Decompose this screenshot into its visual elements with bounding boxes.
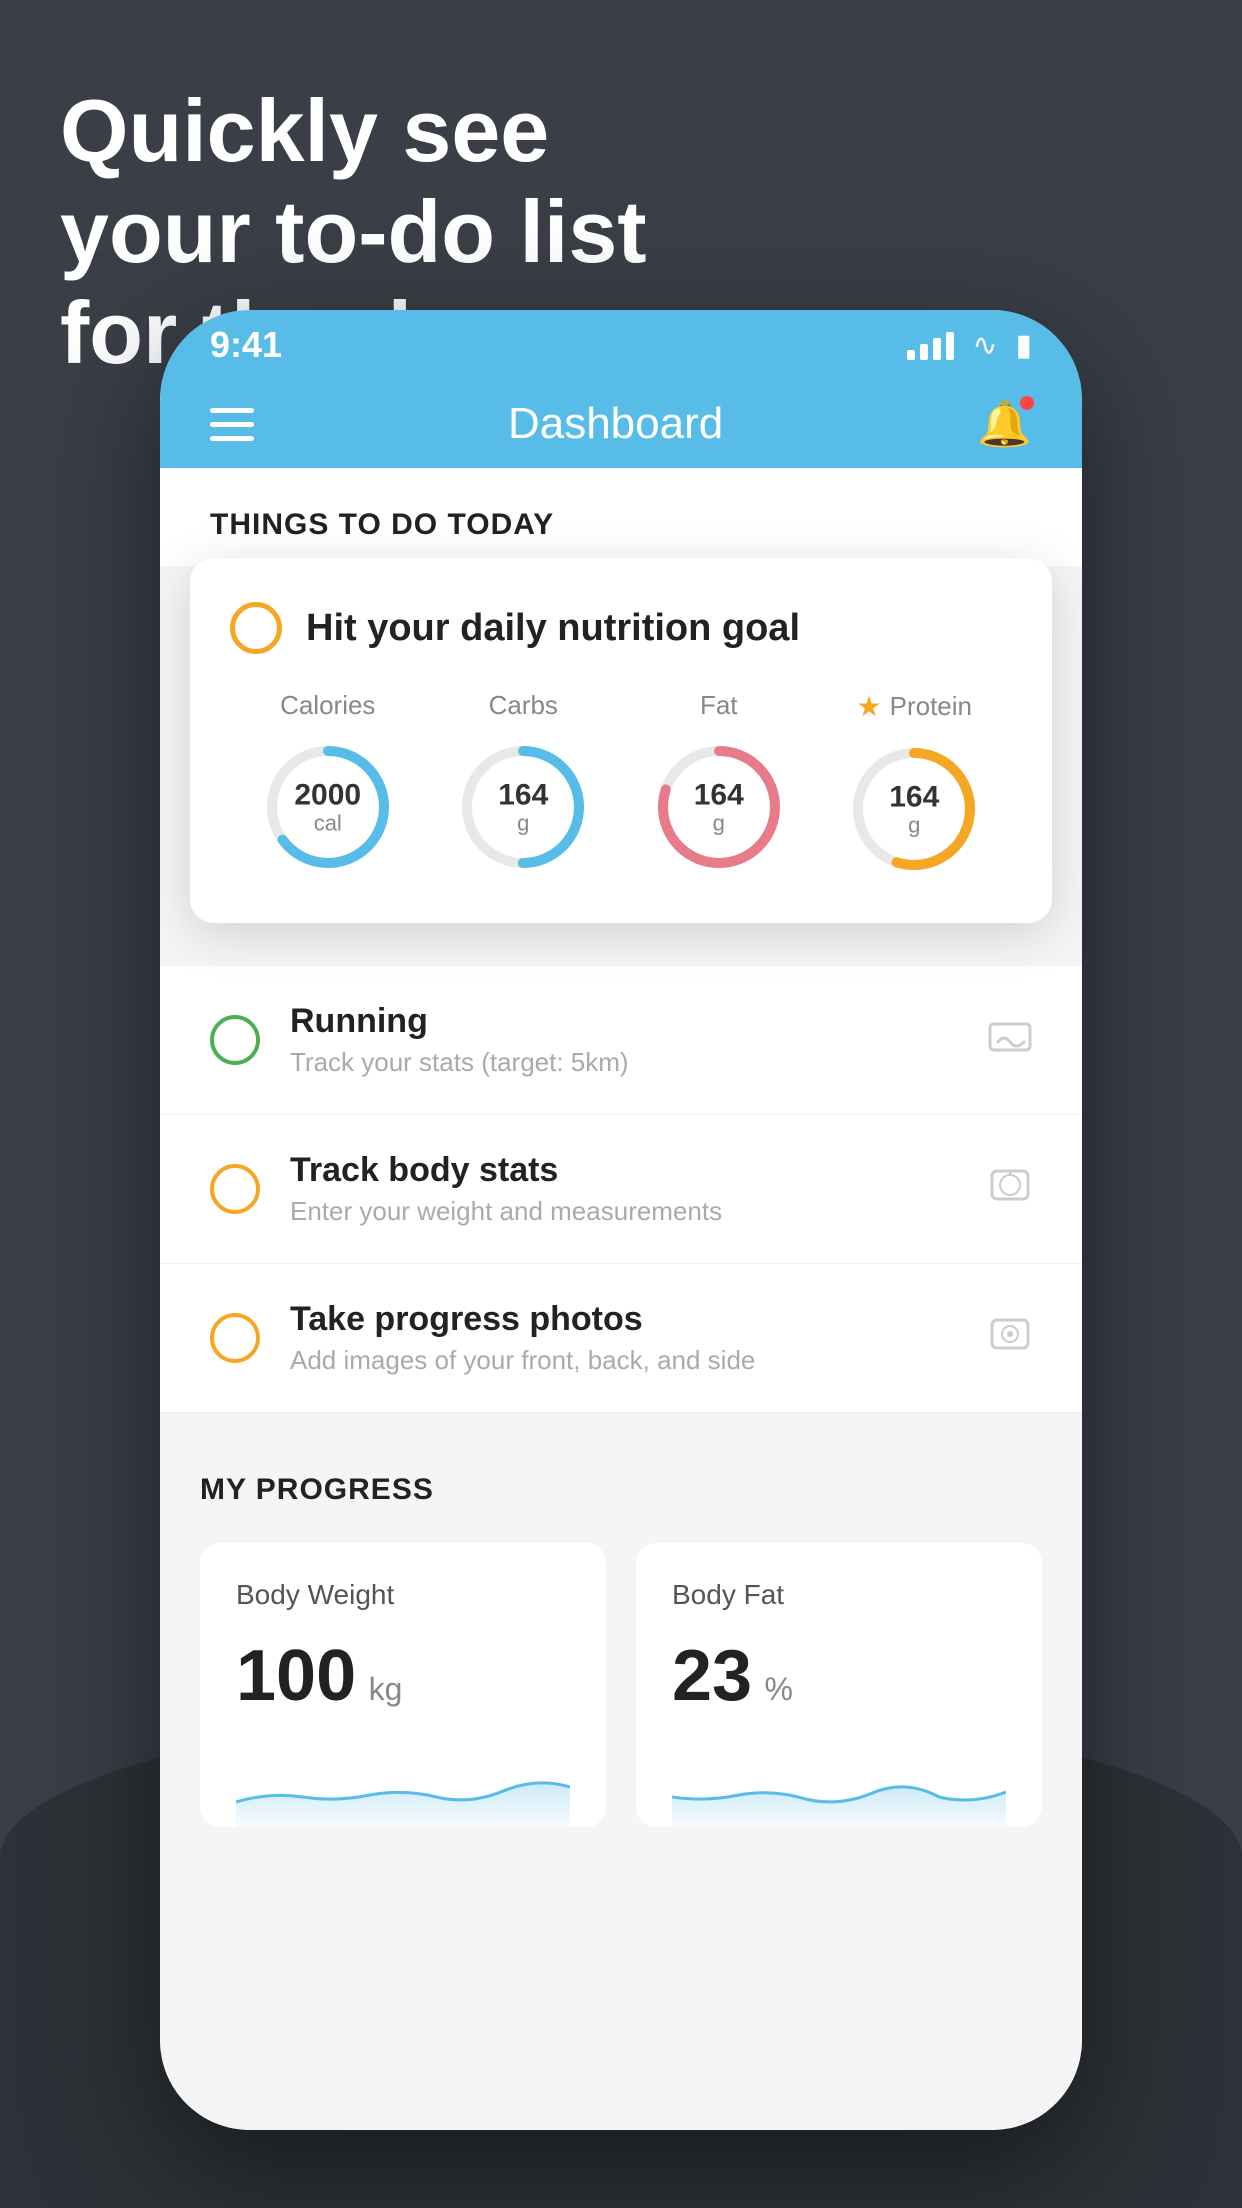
- todo-check-body-stats: [210, 1164, 260, 1214]
- fat-ring: 164 g: [649, 737, 789, 877]
- todo-check-running: [210, 1015, 260, 1065]
- todo-info-progress-photos: Take progress photos Add images of your …: [290, 1300, 958, 1376]
- todo-item-body-stats[interactable]: Track body stats Enter your weight and m…: [160, 1115, 1082, 1264]
- body-weight-label: Body Weight: [236, 1579, 570, 1611]
- calories-value-text: 2000 cal: [294, 778, 361, 835]
- body-fat-value: 23: [672, 1636, 752, 1716]
- todo-info-body-stats: Track body stats Enter your weight and m…: [290, 1151, 958, 1227]
- body-fat-label: Body Fat: [672, 1579, 1006, 1611]
- things-to-do-section: THINGS TO DO TODAY: [160, 468, 1082, 566]
- fat-label: Fat: [700, 690, 738, 721]
- todo-check-progress-photos: [210, 1313, 260, 1363]
- body-weight-unit: kg: [369, 1671, 403, 1707]
- nutrition-check-circle: [230, 602, 282, 654]
- body-fat-card[interactable]: Body Fat 23 %: [636, 1543, 1042, 1827]
- calories-label: Calories: [280, 690, 375, 721]
- notification-badge: [1018, 394, 1036, 412]
- nav-title: Dashboard: [508, 399, 723, 449]
- todo-title-body-stats: Track body stats: [290, 1151, 958, 1190]
- status-time: 9:41: [210, 324, 282, 366]
- body-fat-chart: [672, 1747, 1006, 1827]
- body-weight-value: 100: [236, 1636, 356, 1716]
- body-weight-chart: [236, 1747, 570, 1827]
- body-fat-value-row: 23 %: [672, 1635, 1006, 1717]
- scale-icon: [988, 1163, 1032, 1216]
- carbs-label: Carbs: [489, 690, 558, 721]
- body-weight-card[interactable]: Body Weight 100 kg: [200, 1543, 606, 1827]
- status-bar: 9:41 ∿ ▮: [160, 310, 1082, 380]
- body-weight-value-row: 100 kg: [236, 1635, 570, 1717]
- running-icon: [988, 1014, 1032, 1067]
- protein-value-text: 164 g: [889, 780, 939, 837]
- wifi-icon: ∿: [972, 328, 997, 363]
- nutrition-card[interactable]: Hit your daily nutrition goal Calories 2…: [190, 558, 1052, 923]
- todo-list: Running Track your stats (target: 5km) T…: [160, 966, 1082, 1413]
- progress-section: MY PROGRESS Body Weight 100 kg: [160, 1413, 1082, 1867]
- content-area: THINGS TO DO TODAY Hit your daily nutrit…: [160, 468, 1082, 2130]
- todo-subtitle-running: Track your stats (target: 5km): [290, 1047, 958, 1078]
- calories-stat: Calories 2000 cal: [258, 690, 398, 877]
- todo-item-running[interactable]: Running Track your stats (target: 5km): [160, 966, 1082, 1115]
- carbs-value-text: 164 g: [498, 778, 548, 835]
- protein-stat: ★ Protein 164 g: [844, 690, 984, 879]
- notification-button[interactable]: 🔔: [977, 398, 1032, 450]
- todo-title-progress-photos: Take progress photos: [290, 1300, 958, 1339]
- progress-section-title: MY PROGRESS: [200, 1473, 1042, 1507]
- todo-item-progress-photos[interactable]: Take progress photos Add images of your …: [160, 1264, 1082, 1413]
- body-fat-unit: %: [765, 1671, 793, 1707]
- todo-subtitle-progress-photos: Add images of your front, back, and side: [290, 1345, 958, 1376]
- section-title: THINGS TO DO TODAY: [210, 508, 1032, 542]
- todo-info-running: Running Track your stats (target: 5km): [290, 1002, 958, 1078]
- phone-shell: 9:41 ∿ ▮ Dashboard 🔔 THINGS TO DO TODAY: [160, 310, 1082, 2130]
- carbs-ring: 164 g: [453, 737, 593, 877]
- nutrition-stats: Calories 2000 cal Carbs: [230, 690, 1012, 879]
- signal-bars-icon: [907, 330, 954, 360]
- carbs-stat: Carbs 164 g: [453, 690, 593, 877]
- status-icons: ∿ ▮: [907, 328, 1032, 363]
- calories-ring: 2000 cal: [258, 737, 398, 877]
- star-icon: ★: [857, 690, 882, 723]
- nav-bar: Dashboard 🔔: [160, 380, 1082, 468]
- protein-label: ★ Protein: [857, 690, 973, 723]
- progress-cards: Body Weight 100 kg: [200, 1543, 1042, 1827]
- fat-value-text: 164 g: [694, 778, 744, 835]
- menu-button[interactable]: [210, 408, 254, 441]
- nutrition-card-header: Hit your daily nutrition goal: [230, 602, 1012, 654]
- fat-stat: Fat 164 g: [649, 690, 789, 877]
- todo-title-running: Running: [290, 1002, 958, 1041]
- battery-icon: ▮: [1015, 328, 1032, 363]
- photo-icon: [988, 1312, 1032, 1365]
- todo-subtitle-body-stats: Enter your weight and measurements: [290, 1196, 958, 1227]
- protein-ring: 164 g: [844, 739, 984, 879]
- nutrition-card-title: Hit your daily nutrition goal: [306, 607, 800, 650]
